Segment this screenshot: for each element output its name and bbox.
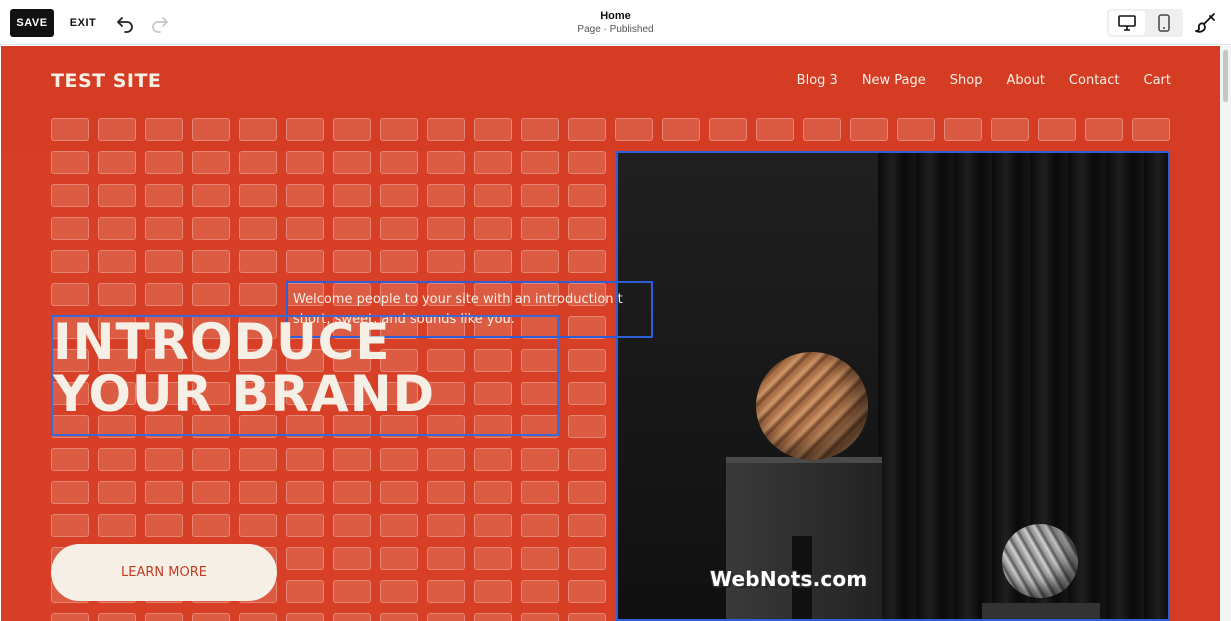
page-title: Home [600, 10, 631, 22]
heading-line-1: INTRODUCE [53, 313, 391, 371]
pattern-tile [850, 118, 888, 141]
undo-icon[interactable] [114, 12, 136, 34]
pattern-tile [286, 118, 324, 141]
pattern-tile [897, 118, 935, 141]
watermark: WebNots.com [710, 567, 868, 591]
editor-toolbar: SAVE EXIT Home Page · Published [0, 0, 1231, 45]
mobile-icon[interactable] [1147, 11, 1181, 35]
nav-link-new-page[interactable]: New Page [862, 73, 926, 88]
learn-more-button[interactable]: LEARN MORE [51, 544, 277, 601]
hero-heading[interactable]: INTRODUCE YOUR BRAND [53, 316, 435, 420]
save-button[interactable]: SAVE [10, 9, 54, 37]
copper-sphere [756, 352, 868, 460]
nav-link-contact[interactable]: Contact [1069, 73, 1120, 88]
hero-image[interactable]: WebNots.com [616, 151, 1170, 621]
site-canvas[interactable]: TEST SITE Blog 3 New Page Shop About Con… [1, 46, 1220, 621]
redo-icon[interactable] [149, 12, 171, 34]
pattern-tile [51, 118, 89, 141]
site-title[interactable]: TEST SITE [51, 70, 161, 92]
heading-line-2: YOUR BRAND [53, 365, 436, 423]
pattern-tile [944, 118, 982, 141]
desktop-icon[interactable] [1109, 11, 1145, 35]
pattern-tile [1038, 118, 1076, 141]
pattern-tile [333, 118, 371, 141]
intro-line-1: Welcome people to your site with an intr… [293, 292, 623, 307]
pattern-tile [756, 118, 794, 141]
page-status: Page · Published [577, 24, 654, 35]
pattern-tile [239, 118, 277, 141]
small-pedestal [982, 603, 1100, 621]
paintbrush-icon[interactable] [1194, 12, 1218, 34]
pattern-tile [380, 118, 418, 141]
nav-link-about[interactable]: About [1006, 73, 1044, 88]
main-nav: Blog 3 New Page Shop About Contact Cart [773, 73, 1171, 88]
scrollbar[interactable] [1220, 46, 1231, 621]
pattern-tile [803, 118, 841, 141]
silver-sphere [1002, 524, 1078, 598]
pattern-tile [568, 118, 606, 141]
device-toggle [1107, 9, 1183, 37]
pattern-tile [192, 118, 230, 141]
pattern-tile [521, 118, 559, 141]
pattern-tile [427, 118, 465, 141]
pattern-tile [615, 118, 653, 141]
pattern-tile [474, 118, 512, 141]
scrollbar-thumb[interactable] [1223, 50, 1228, 102]
pattern-tile [991, 118, 1029, 141]
page-info[interactable]: Home Page · Published [540, 10, 691, 37]
pattern-tile [145, 118, 183, 141]
pattern-tile [1085, 118, 1123, 141]
nav-link-cart[interactable]: Cart [1144, 73, 1172, 88]
exit-button[interactable]: EXIT [64, 9, 102, 37]
pattern-tile [98, 118, 136, 141]
pattern-tile [709, 118, 747, 141]
pattern-tile [662, 118, 700, 141]
nav-link-shop[interactable]: Shop [950, 73, 983, 88]
nav-link-blog-3[interactable]: Blog 3 [797, 73, 838, 88]
pattern-tile [1132, 118, 1170, 141]
